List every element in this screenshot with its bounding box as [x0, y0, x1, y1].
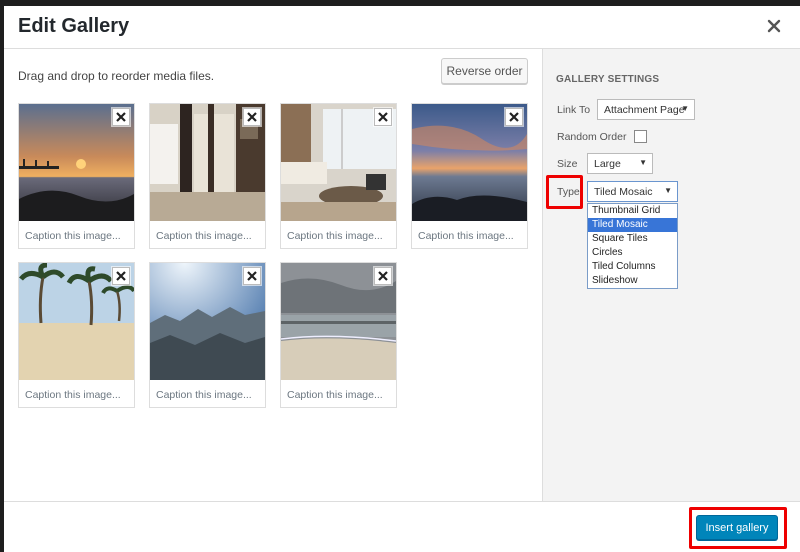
random-order-checkbox[interactable]	[634, 130, 647, 143]
gallery-item[interactable]: Caption this image...	[149, 262, 266, 408]
type-option-circles[interactable]: Circles	[588, 246, 677, 260]
caption-field[interactable]: Caption this image...	[418, 230, 514, 242]
size-label: Size	[557, 158, 578, 170]
insert-gallery-button[interactable]: Insert gallery	[696, 515, 778, 540]
remove-image-button[interactable]	[112, 108, 130, 126]
gallery-settings-heading: Gallery Settings	[556, 74, 660, 85]
caption-field[interactable]: Caption this image...	[287, 230, 383, 242]
edit-gallery-modal: Edit Gallery Drag and drop to reorder me…	[4, 6, 800, 552]
gallery-settings-sidebar: Gallery Settings Link To Attachment Page…	[542, 49, 800, 502]
close-icon[interactable]	[766, 18, 782, 34]
link-to-select[interactable]: Attachment Page ▼	[597, 99, 695, 120]
modal-title: Edit Gallery	[18, 15, 130, 37]
type-option-thumbnail-grid[interactable]: Thumbnail Grid	[588, 204, 677, 218]
chevron-down-icon: ▼	[681, 104, 689, 113]
type-option-tiled-mosaic[interactable]: Tiled Mosaic	[588, 218, 677, 232]
gallery-item[interactable]: Caption this image...	[18, 262, 135, 408]
chevron-down-icon: ▼	[664, 186, 672, 195]
gallery-item[interactable]: Caption this image...	[280, 103, 397, 249]
gallery-item[interactable]: Caption this image...	[280, 262, 397, 408]
remove-image-button[interactable]	[505, 108, 523, 126]
type-value: Tiled Mosaic	[594, 186, 653, 198]
reverse-order-button[interactable]: Reverse order	[441, 58, 528, 84]
gallery-item[interactable]: Caption this image...	[411, 103, 528, 249]
type-option-tiled-columns[interactable]: Tiled Columns	[588, 260, 677, 274]
caption-field[interactable]: Caption this image...	[25, 389, 121, 401]
remove-image-button[interactable]	[243, 108, 261, 126]
link-to-label: Link To	[557, 104, 591, 116]
chevron-down-icon: ▼	[639, 158, 647, 167]
remove-image-button[interactable]	[374, 267, 392, 285]
remove-image-button[interactable]	[243, 267, 261, 285]
gallery-content: Drag and drop to reorder media files. Re…	[4, 49, 542, 502]
type-dropdown-list: Thumbnail Grid Tiled Mosaic Square Tiles…	[587, 203, 678, 289]
random-order-label: Random Order	[557, 131, 627, 143]
type-option-square-tiles[interactable]: Square Tiles	[588, 232, 677, 246]
remove-image-button[interactable]	[374, 108, 392, 126]
size-select[interactable]: Large ▼	[587, 153, 653, 174]
type-select[interactable]: Tiled Mosaic ▼	[587, 181, 678, 202]
gallery-item[interactable]: Caption this image...	[18, 103, 135, 249]
type-label: Type	[557, 186, 580, 198]
type-option-slideshow[interactable]: Slideshow	[588, 274, 677, 288]
modal-header: Edit Gallery	[4, 6, 800, 49]
caption-field[interactable]: Caption this image...	[287, 389, 383, 401]
link-to-value: Attachment Page	[604, 104, 685, 116]
gallery-item[interactable]: Caption this image...	[149, 103, 266, 249]
caption-field[interactable]: Caption this image...	[156, 230, 252, 242]
modal-footer: Insert gallery	[4, 501, 800, 552]
remove-image-button[interactable]	[112, 267, 130, 285]
reorder-hint: Drag and drop to reorder media files.	[18, 69, 215, 83]
caption-field[interactable]: Caption this image...	[156, 389, 252, 401]
size-value: Large	[594, 158, 621, 170]
caption-field[interactable]: Caption this image...	[25, 230, 121, 242]
